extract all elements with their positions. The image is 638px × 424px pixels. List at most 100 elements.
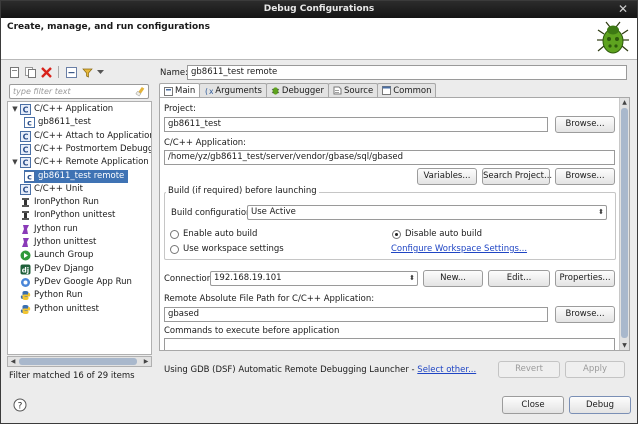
launcher-info: Using GDB (DSF) Automatic Remote Debuggi…: [164, 365, 476, 375]
filter-input[interactable]: [10, 85, 130, 98]
filter-field[interactable]: [9, 84, 149, 99]
disable-auto-build-radio[interactable]: Disable auto build: [392, 229, 482, 239]
connection-label: Connection:: [164, 274, 215, 284]
tree-item[interactable]: C C/C++ Unit: [10, 183, 87, 196]
expand-twisty-icon[interactable]: ▼: [10, 103, 20, 116]
chevron-down-icon[interactable]: [96, 65, 104, 79]
tab-debugger[interactable]: Debugger: [265, 83, 329, 97]
app-label: C/C++ Application:: [164, 138, 247, 148]
configure-workspace-settings-link[interactable]: Configure Workspace Settings...: [391, 244, 527, 254]
app-browse-button[interactable]: Browse...: [555, 168, 615, 185]
filter-icon[interactable]: [80, 65, 94, 79]
use-workspace-settings-radio[interactable]: Use workspace settings: [170, 244, 284, 254]
name-label: Name:: [160, 68, 188, 78]
jython-icon: [20, 237, 31, 248]
python-icon: [20, 304, 31, 315]
window-title: Debug Configurations: [263, 4, 375, 14]
revert-button[interactable]: Revert: [498, 361, 560, 378]
svg-text:C: C: [23, 106, 29, 115]
commands-textarea[interactable]: [164, 338, 615, 350]
tree-item-label: PyDev Django: [34, 263, 94, 274]
debugger-tab-icon: [271, 87, 280, 95]
build-config-select[interactable]: Use Active ⬍: [247, 205, 607, 220]
help-icon[interactable]: ?: [13, 398, 27, 412]
close-icon[interactable]: ✕: [616, 2, 630, 16]
app-path-input[interactable]: /home/yz/gb8611_test/server/vendor/gbase…: [164, 150, 615, 165]
tree-item[interactable]: c gb8611_test: [24, 116, 95, 129]
panel-vertical-scrollbar[interactable]: ▲ ▼: [619, 98, 629, 350]
dialog-header: Create, manage, and run configurations: [1, 18, 637, 60]
svg-text:c: c: [27, 172, 32, 181]
scroll-right-icon[interactable]: ▶: [141, 357, 151, 366]
tree-item[interactable]: C C/C++ Postmortem Debugger: [10, 143, 151, 156]
tree-item-label: Jython run: [34, 223, 78, 234]
tab-common-label: Common: [393, 85, 432, 96]
scroll-left-icon[interactable]: ◀: [8, 357, 18, 366]
expand-twisty-icon[interactable]: ▼: [10, 156, 20, 169]
source-tab-icon: [333, 86, 342, 95]
tree-item[interactable]: IronPython Run: [10, 196, 103, 209]
duplicate-icon[interactable]: [23, 65, 37, 79]
tree-item-label: IronPython unittest: [34, 210, 116, 221]
project-label: Project:: [164, 104, 196, 114]
apply-button[interactable]: Apply: [565, 361, 625, 378]
tree-item[interactable]: ▼ C C/C++ Application: [10, 103, 117, 116]
delete-icon[interactable]: [39, 65, 53, 79]
connection-select[interactable]: 192.168.19.101 ⬍: [210, 271, 418, 286]
updown-arrow-icon: ⬍: [409, 274, 415, 282]
debug-button[interactable]: Debug: [569, 396, 631, 414]
config-name-input[interactable]: gb8611_test remote: [187, 65, 627, 80]
django-icon: dj: [20, 264, 31, 275]
main-tab-icon: [164, 86, 173, 96]
tree-item-label: gb8611_test remote: [38, 170, 125, 181]
clear-filter-icon[interactable]: [135, 86, 146, 97]
tree-item[interactable]: Jython unittest: [10, 236, 100, 249]
edit-connection-button[interactable]: Edit...: [488, 270, 550, 287]
tree-item[interactable]: IronPython unittest: [10, 209, 119, 222]
tab-arguments[interactable]: (x) Arguments: [199, 83, 267, 97]
tree-item[interactable]: ▼ C C/C++ Remote Application: [10, 156, 151, 169]
tree-item[interactable]: C C/C++ Attach to Application: [10, 130, 151, 143]
select-other-link[interactable]: Select other...: [417, 365, 476, 375]
use-workspace-settings-label: Use workspace settings: [183, 244, 284, 254]
tab-source[interactable]: Source: [327, 83, 379, 97]
tree-item[interactable]: Python Run: [10, 289, 86, 302]
tab-main[interactable]: Main: [159, 83, 201, 98]
scroll-up-icon[interactable]: ▲: [620, 98, 629, 107]
main-tab-panel: Project: gb8611_test Browse... C/C++ App…: [159, 97, 630, 351]
tree-item[interactable]: PyDev Google App Run: [10, 276, 136, 289]
c-config-icon: C: [20, 183, 31, 195]
tab-main-label: Main: [175, 86, 196, 96]
project-browse-button[interactable]: Browse...: [555, 116, 615, 133]
google-app-icon: [20, 277, 31, 288]
tree-item[interactable]: Jython run: [10, 223, 82, 236]
c-launch-icon: c: [24, 170, 35, 182]
tree-item[interactable]: Python unittest: [10, 303, 103, 316]
collapse-all-icon[interactable]: [64, 65, 78, 79]
build-group-title: Build (if required) before launching: [166, 186, 319, 196]
tree-item-label: PyDev Google App Run: [34, 276, 132, 287]
variables-button[interactable]: Variables...: [417, 168, 477, 185]
project-input[interactable]: gb8611_test: [164, 117, 548, 132]
tree-horizontal-scrollbar[interactable]: ◀ ▶: [7, 356, 152, 367]
remote-browse-button[interactable]: Browse...: [555, 306, 615, 323]
tree-item[interactable]: c gb8611_test remote: [24, 169, 129, 183]
close-button[interactable]: Close: [502, 396, 564, 414]
tree-item-label: C/C++ Remote Application: [34, 157, 149, 168]
properties-button[interactable]: Properties...: [555, 270, 615, 287]
new-connection-button[interactable]: New...: [423, 270, 483, 287]
scrollbar-thumb[interactable]: [19, 358, 137, 365]
radio-dot-selected: [392, 229, 401, 239]
scrollbar-thumb[interactable]: [621, 108, 628, 338]
connection-value: 192.168.19.101: [214, 273, 282, 283]
enable-auto-build-radio[interactable]: Enable auto build: [170, 229, 257, 239]
scroll-down-icon[interactable]: ▼: [620, 341, 629, 350]
tree-item[interactable]: dj PyDev Django: [10, 263, 98, 276]
c-config-icon: C: [20, 130, 31, 142]
new-launch-config-icon[interactable]: [7, 65, 21, 79]
search-project-button[interactable]: Search Project...: [482, 168, 552, 185]
remote-path-input[interactable]: gbased: [164, 307, 548, 322]
tree-item[interactable]: Launch Group: [10, 249, 97, 262]
tab-common[interactable]: Common: [377, 83, 437, 97]
disable-auto-build-label: Disable auto build: [405, 229, 482, 239]
